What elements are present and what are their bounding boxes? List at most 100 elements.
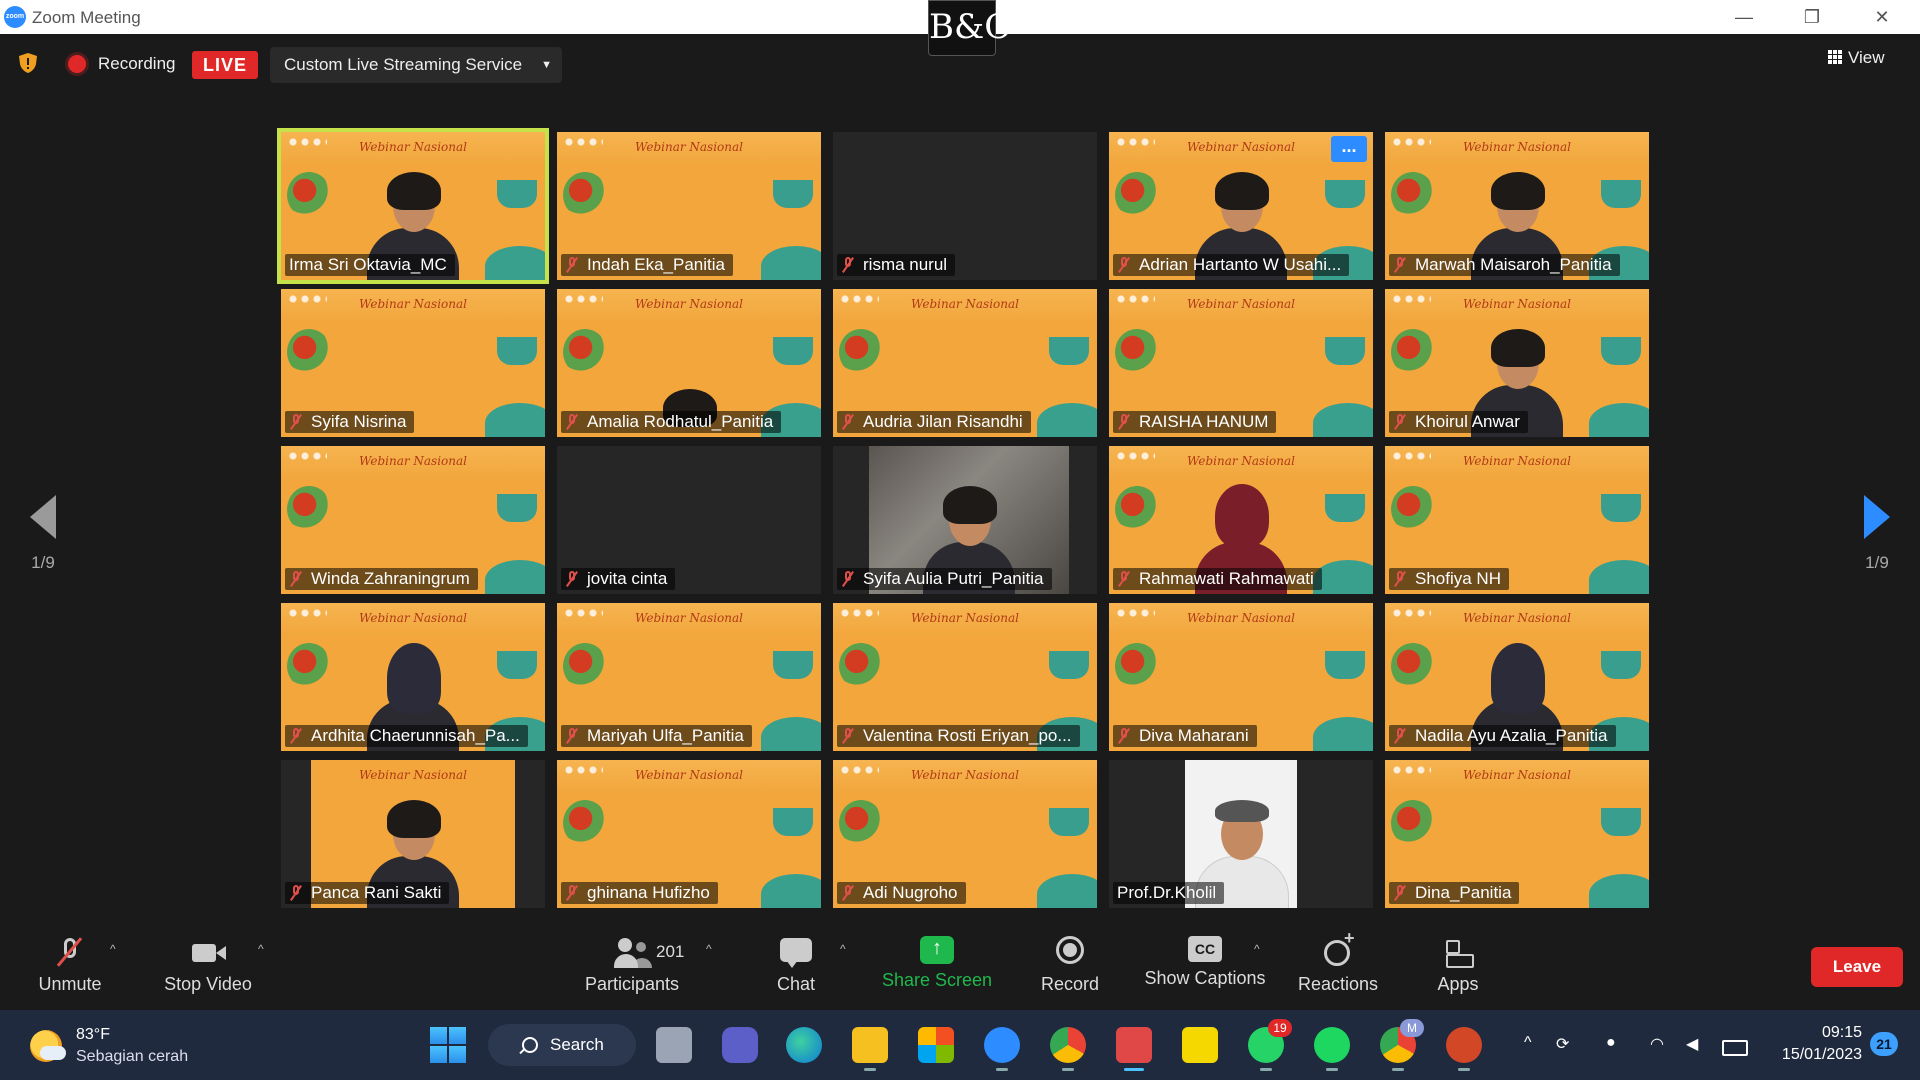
record-button[interactable]: Record (1030, 928, 1110, 1010)
participant-tile[interactable]: Webinar Nasional Adrian Hartanto W Usahi.… (1109, 132, 1373, 280)
participant-tile[interactable]: Syifa Aulia Putri_Panitia (833, 446, 1097, 594)
reactions-label: Reactions (1297, 974, 1379, 994)
participant-tile[interactable]: Prof.Dr.Kholil (1109, 760, 1373, 908)
active-indicator (1124, 1068, 1144, 1071)
sync-icon[interactable]: ⟳ (1556, 1034, 1569, 1054)
security-shield-icon[interactable] (18, 52, 38, 74)
participants-button[interactable]: 201 Participants (572, 928, 692, 1010)
participant-tile[interactable]: jovita cinta (557, 446, 821, 594)
participant-tile[interactable]: Webinar Nasional Rahmawati Rahmawati (1109, 446, 1373, 594)
captions-options-chevron-icon[interactable]: ^ (1254, 942, 1260, 956)
participant-tile[interactable]: Webinar Nasional Indah Eka_Panitia (557, 132, 821, 280)
webinar-banner-text: Webinar Nasional (634, 140, 743, 154)
previous-page-button[interactable]: 1/9 (8, 495, 78, 573)
leave-button[interactable]: Leave (1811, 947, 1903, 987)
participant-name: Panca Rani Sakti (311, 883, 442, 902)
zoom-app-icon[interactable] (984, 1027, 1020, 1071)
show-captions-button[interactable]: CC Show Captions (1138, 928, 1272, 1010)
participant-tile[interactable]: Webinar Nasional Mariyah Ulfa_Panitia (557, 603, 821, 751)
unmute-button[interactable]: Unmute (22, 928, 118, 1010)
chat-button[interactable]: Chat (760, 928, 832, 1010)
chrome-icon[interactable] (1050, 1027, 1086, 1071)
spotify-icon[interactable] (1314, 1027, 1350, 1071)
chat-options-chevron-icon[interactable]: ^ (840, 942, 846, 956)
microsoft-store-icon[interactable] (918, 1027, 954, 1063)
participant-name: Syifa Aulia Putri_Panitia (863, 569, 1044, 588)
muted-mic-icon (1393, 257, 1407, 273)
taskbar-search[interactable]: Search (488, 1024, 636, 1066)
record-icon (1052, 936, 1088, 968)
apps-button[interactable]: Apps (1422, 928, 1494, 1010)
participant-tile[interactable]: Webinar Nasional RAISHA HANUM (1109, 289, 1373, 437)
microphone-icon[interactable]: ● (1606, 1034, 1616, 1052)
participant-tile[interactable]: risma nurul (833, 132, 1097, 280)
participant-name-tag: Indah Eka_Panitia (561, 254, 733, 276)
participant-tile[interactable]: Webinar Nasional Panca Rani Sakti (281, 760, 545, 908)
running-indicator (1458, 1068, 1470, 1071)
participant-tile[interactable]: Webinar Nasional Shofiya NH (1385, 446, 1649, 594)
whatsapp-badge: 19 (1268, 1019, 1292, 1037)
participant-name: Diva Maharani (1139, 726, 1249, 745)
video-camera-icon (190, 936, 226, 968)
participants-options-chevron-icon[interactable]: ^ (706, 942, 712, 956)
whatsapp-icon[interactable]: 19 (1248, 1019, 1292, 1071)
participant-name: Mariyah Ulfa_Panitia (587, 726, 744, 745)
minimize-button[interactable]: — (1724, 4, 1764, 30)
participant-tile[interactable]: Webinar Nasional Irma Sri Oktavia_MC (277, 128, 549, 284)
reactions-button[interactable]: Reactions (1290, 928, 1386, 1010)
notification-count-badge[interactable]: 21 (1870, 1032, 1898, 1056)
recording-label[interactable]: Recording (98, 54, 176, 74)
participant-tile[interactable]: Webinar Nasional Syifa Nisrina (281, 289, 545, 437)
next-page-button[interactable]: 1/9 (1842, 495, 1912, 573)
muted-mic-icon (1393, 885, 1407, 901)
participant-tile[interactable]: Webinar Nasional Dina_Panitia (1385, 760, 1649, 908)
stream-service-dropdown[interactable]: Custom Live Streaming Service ▼ (270, 47, 562, 83)
video-gallery-grid: Webinar Nasional Irma Sri Oktavia_MC Webin… (277, 128, 1649, 912)
participant-name: Prof.Dr.Kholil (1117, 883, 1217, 902)
participant-name: Shofiya NH (1415, 569, 1501, 588)
participant-tile[interactable]: Webinar Nasional Nadila Ayu Azalia_Paniti… (1385, 603, 1649, 751)
close-button[interactable]: ✕ (1862, 4, 1902, 30)
restore-button[interactable]: ❐ (1792, 4, 1832, 30)
edge-browser-icon[interactable] (786, 1027, 822, 1063)
participant-tile[interactable]: Webinar Nasional Ardhita Chaerunnisah_Pa.… (281, 603, 545, 751)
view-button[interactable]: View (1828, 48, 1902, 74)
muted-mic-icon (841, 885, 855, 901)
participant-tile[interactable]: Webinar Nasional Adi Nugroho (833, 760, 1097, 908)
show-hidden-icons-chevron-icon[interactable]: ^ (1524, 1034, 1532, 1052)
participant-tile[interactable]: Webinar Nasional ghinana Hufizho (557, 760, 821, 908)
participant-tile[interactable]: Webinar Nasional Khoirul Anwar (1385, 289, 1649, 437)
clock-time: 09:15 (1821, 1024, 1862, 1041)
teams-chat-icon[interactable] (722, 1027, 758, 1063)
participant-name-tag: Panca Rani Sakti (285, 882, 450, 904)
powerpoint-icon[interactable] (1446, 1027, 1482, 1071)
live-badge[interactable]: LIVE (192, 51, 258, 79)
volume-icon[interactable]: ◀ (1686, 1034, 1698, 1054)
webinar-banner-text: Webinar Nasional (634, 297, 743, 311)
taskbar-clock[interactable]: 09:15 15/01/2023 (1766, 1022, 1862, 1066)
battery-icon[interactable] (1722, 1040, 1748, 1056)
participant-name-tag: Adi Nugroho (837, 882, 966, 904)
participant-name: Valentina Rosti Eriyan_po... (863, 726, 1072, 745)
apps-label: Apps (1437, 974, 1479, 994)
audio-options-chevron-icon[interactable]: ^ (110, 942, 116, 956)
muted-mic-icon (289, 414, 303, 430)
participant-tile[interactable]: Webinar Nasional Audria Jilan Risandhi (833, 289, 1097, 437)
participant-tile[interactable]: Webinar Nasional Valentina Rosti Eriyan_p… (833, 603, 1097, 751)
participant-tile[interactable]: Webinar Nasional Amalia Rodhatul_Panitia (557, 289, 821, 437)
sticky-notes-icon[interactable] (1182, 1027, 1218, 1063)
participant-tile[interactable]: Webinar Nasional Marwah Maisaroh_Panitia (1385, 132, 1649, 280)
wifi-icon[interactable]: ◠ (1650, 1034, 1664, 1054)
weather-widget[interactable]: 83°F Sebagian cerah (30, 1022, 230, 1068)
participant-tile[interactable]: Webinar Nasional Diva Maharani (1109, 603, 1373, 751)
file-explorer-icon[interactable] (852, 1027, 888, 1071)
task-view-icon[interactable] (656, 1027, 692, 1063)
share-screen-button[interactable]: Share Screen (876, 928, 998, 1010)
video-options-chevron-icon[interactable]: ^ (258, 942, 264, 956)
stop-video-button[interactable]: Stop Video (150, 928, 266, 1010)
chrome-profile-icon[interactable]: M (1380, 1019, 1424, 1071)
tile-more-options-button[interactable]: ... (1331, 136, 1367, 162)
windows-start-icon[interactable] (430, 1027, 466, 1063)
snipping-tool-icon[interactable] (1116, 1027, 1152, 1071)
participant-tile[interactable]: Webinar Nasional Winda Zahraningrum (281, 446, 545, 594)
